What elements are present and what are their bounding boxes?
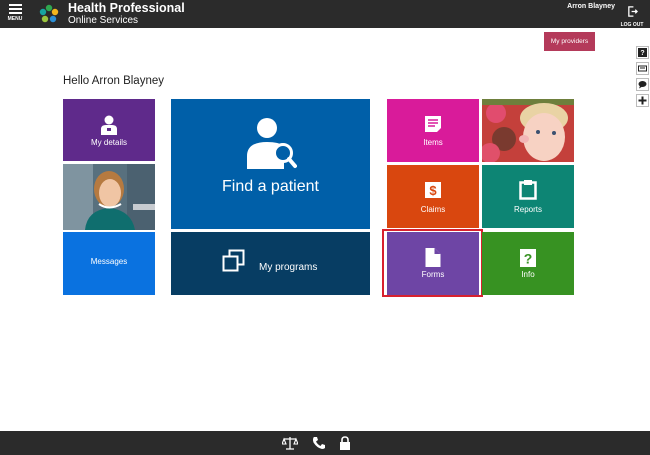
messages-label: Messages [90, 257, 128, 266]
svg-text:?: ? [640, 50, 644, 57]
side-toolbar: ? [636, 46, 649, 110]
clipboard-icon [519, 180, 537, 200]
logout-button[interactable]: LOG OUT [619, 4, 645, 28]
my-providers-button[interactable]: My providers [544, 32, 595, 51]
svg-text:$: $ [429, 183, 437, 198]
dollar-icon: $ [425, 182, 441, 198]
feedback-icon[interactable] [636, 78, 649, 91]
my-programs-label: My programs [259, 262, 318, 273]
user-name: Arron Blayney [567, 3, 615, 10]
hamburger-icon [8, 4, 22, 14]
messages-tile[interactable]: Messages [63, 232, 155, 295]
help-icon[interactable]: ? [636, 46, 649, 59]
brand-line-2: Online Services [68, 14, 139, 26]
top-bar: MENU Health Professional Online Services… [0, 0, 650, 28]
items-label: Items [423, 138, 443, 147]
health-professional-image [63, 164, 155, 230]
phone-icon[interactable] [311, 436, 327, 450]
menu-button[interactable]: MENU [4, 3, 26, 25]
find-a-patient-tile[interactable]: Find a patient [171, 99, 370, 229]
reports-tile[interactable]: Reports [482, 165, 574, 228]
find-a-patient-label: Find a patient [222, 178, 319, 195]
brand-line-1: Health Professional [68, 1, 185, 15]
my-details-label: My details [90, 138, 127, 147]
programs-stack-icon [222, 249, 245, 272]
scales-icon[interactable] [282, 436, 298, 450]
claims-label: Claims [420, 205, 446, 214]
person-icon [101, 115, 117, 135]
logout-icon [627, 6, 638, 17]
child-image [482, 99, 574, 162]
my-details-tile[interactable]: My details [63, 99, 155, 161]
my-programs-tile[interactable]: My programs [171, 232, 370, 295]
forms-label: Forms [421, 270, 445, 279]
forms-tile[interactable]: Forms [387, 232, 479, 295]
photo-child [482, 99, 574, 162]
patient-search-icon [246, 118, 297, 169]
logout-label: LOG OUT [620, 22, 644, 28]
items-tile[interactable]: Items [387, 99, 479, 162]
claims-tile[interactable]: $ Claims [387, 165, 479, 228]
menu-label: MENU [7, 16, 23, 22]
info-tile[interactable]: ? Info [482, 232, 574, 295]
health-logo-icon [39, 4, 59, 23]
help-question-icon: ? [520, 249, 536, 267]
lock-icon[interactable] [337, 436, 353, 450]
reports-label: Reports [513, 205, 542, 214]
keyboard-icon[interactable] [636, 62, 649, 75]
greeting: Hello Arron Blayney [63, 75, 164, 87]
info-label: Info [521, 270, 535, 279]
items-icon [425, 116, 441, 132]
svg-text:?: ? [524, 251, 533, 267]
document-icon [425, 248, 441, 267]
add-icon[interactable] [636, 94, 649, 107]
footer-bar [0, 431, 650, 455]
brand-title: Health Professional Online Services [68, 2, 185, 26]
photo-health-professional [63, 164, 155, 230]
